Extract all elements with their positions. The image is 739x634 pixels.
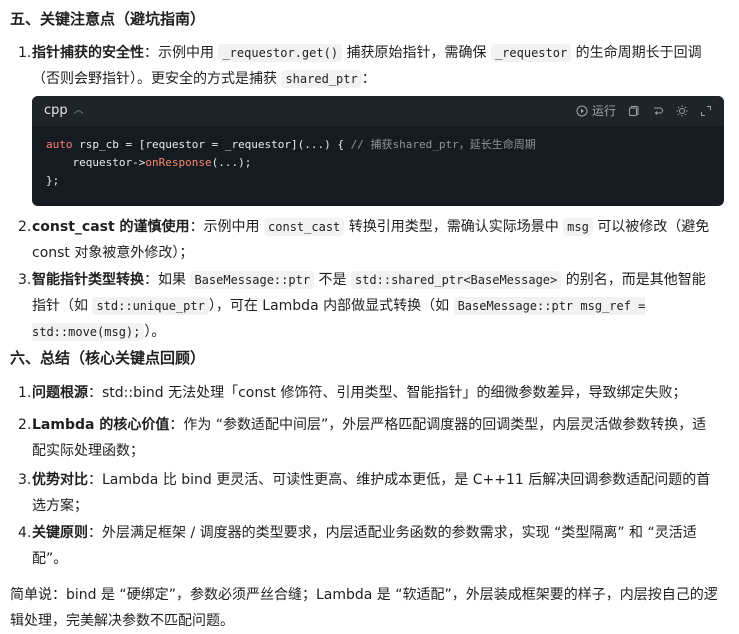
item-text: ：示例中用: [189, 219, 265, 235]
document-page: 五、关键注意点（避坑指南） 1. 指针捕获的安全性：示例中用 _requesto…: [0, 0, 739, 630]
item-number: 1.: [18, 45, 32, 61]
item-text: ：如果: [144, 272, 191, 288]
item-text: ）。: [144, 324, 166, 340]
section6-heading: 六、总结（核心关键点回顾）: [10, 349, 206, 367]
list-item: 2. Lambda 的核心价值：作为 “参数适配中间层”，外层严格匹配调度器的回…: [18, 412, 718, 464]
expand-icon: [701, 106, 711, 116]
code-text: rsp_cb = [requestor = _requestor](...) {: [72, 138, 351, 151]
list-item: 3. 智能指针类型转换：如果 BaseMessage::ptr 不是 std::…: [18, 267, 718, 345]
sun-icon: [676, 105, 688, 117]
item-title: Lambda 的核心价值: [32, 417, 170, 433]
item-title: 问题根源: [32, 385, 88, 401]
expand-button[interactable]: [700, 105, 712, 117]
run-label: 运行: [591, 104, 616, 118]
item-text: 转换引用类型，需确认实际场景中: [344, 219, 564, 235]
inline-code: const_cast: [264, 218, 345, 236]
code-block: cpp ︿ 运行 auto rsp_cb = [requestor = _req…: [32, 96, 724, 206]
copy-button[interactable]: [628, 105, 640, 117]
summary-paragraph: 简单说：bind 是 “硬绑定”，参数必须严丝合缝；Lambda 是 “软适配”…: [10, 587, 718, 629]
code-comment: // 捕获shared_ptr，延长生命周期: [350, 138, 536, 151]
item-text: ：外层满足框架 / 调度器的类型要求，内层适配业务函数的参数需求，实现 “类型隔…: [32, 525, 697, 567]
item-text: 不是: [314, 272, 351, 288]
inline-code: std::shared_ptr<BaseMessage>: [350, 271, 562, 289]
code-text: (...);: [211, 156, 252, 169]
item-title: 优势对比: [32, 472, 88, 488]
section5-heading: 五、关键注意点（避坑指南）: [10, 10, 206, 28]
list-item: 3. 优势对比：Lambda 比 bind 更灵活、可读性更高、维护成本更低，是…: [18, 467, 718, 519]
list-item: 1. 指针捕获的安全性：示例中用 _requestor.get() 捕获原始指针…: [18, 40, 718, 92]
item-title: 智能指针类型转换: [32, 272, 144, 288]
item-number: 2.: [18, 417, 32, 433]
code-keyword: auto: [46, 138, 73, 151]
code-language-label: cpp: [44, 103, 68, 118]
item-text: ），可在 Lambda 内部做显式转换（如: [208, 298, 454, 314]
item-text: ：示例中用: [144, 45, 219, 61]
inline-code: _requestor.get(): [218, 44, 343, 62]
run-button[interactable]: 运行: [576, 98, 616, 124]
item-title: 指针捕获的安全性: [32, 45, 144, 61]
inline-code: shared_ptr: [281, 70, 362, 88]
code-text: };: [46, 174, 60, 187]
item-text: ：: [361, 71, 376, 87]
code-block-header: cpp ︿ 运行: [32, 96, 724, 126]
list-item: 4. 关键原则：外层满足框架 / 调度器的类型要求，内层适配业务函数的参数需求，…: [18, 520, 718, 572]
code-content: auto rsp_cb = [requestor = _requestor](.…: [32, 126, 724, 190]
list-item: 1. 问题根源：std::bind 无法处理「const 修饰符、引用类型、智能…: [18, 380, 718, 406]
theme-toggle-button[interactable]: [676, 105, 688, 117]
item-number: 3.: [18, 472, 32, 488]
wrap-button[interactable]: [652, 105, 664, 117]
copy-icon: [629, 106, 639, 116]
code-function: onResponse: [145, 156, 212, 169]
play-circle-icon: [576, 105, 588, 117]
item-number: 2.: [18, 219, 32, 235]
code-text: requestor->: [46, 156, 146, 169]
code-toolbar: 运行: [576, 98, 712, 124]
item-text: ：Lambda 比 bind 更灵活、可读性更高、维护成本更低，是 C++11 …: [32, 472, 711, 514]
item-number: 4.: [18, 525, 32, 541]
item-text: 捕获原始指针，需确保: [342, 45, 491, 61]
inline-code: BaseMessage::ptr: [190, 271, 315, 289]
chevron-up-icon[interactable]: ︿: [74, 98, 84, 124]
inline-code: std::unique_ptr: [92, 297, 209, 315]
item-text: ：std::bind 无法处理「const 修饰符、引用类型、智能指针」的细微参…: [88, 385, 687, 401]
wrap-arrow-icon: [654, 107, 663, 115]
item-title: 关键原则: [32, 525, 88, 541]
inline-code: _requestor: [490, 44, 572, 62]
list-item: 2. const_cast 的谨慎使用：示例中用 const_cast 转换引用…: [18, 214, 718, 266]
inline-code: msg: [563, 218, 593, 236]
item-title: const_cast 的谨慎使用: [32, 219, 190, 235]
item-number: 3.: [18, 272, 32, 288]
item-number: 1.: [18, 385, 32, 401]
